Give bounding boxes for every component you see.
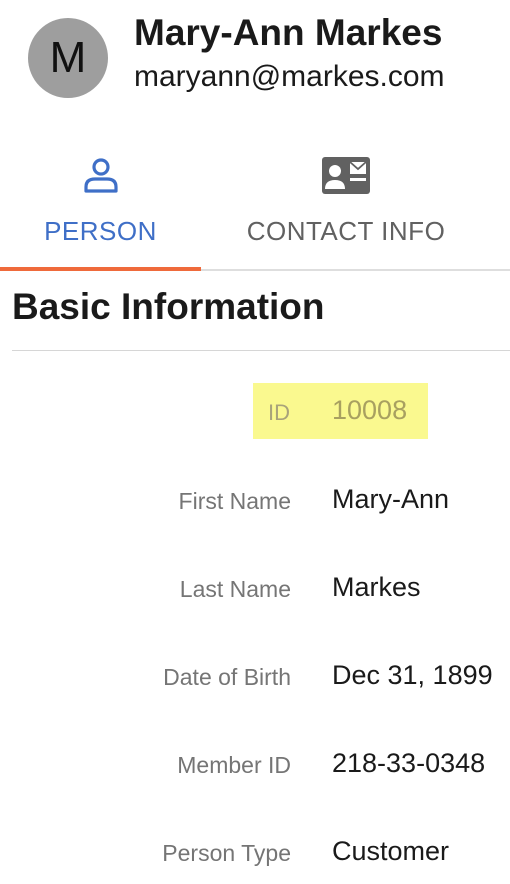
active-tab-indicator (0, 267, 201, 271)
person-type-label: Person Type (162, 840, 291, 866)
date-of-birth-label: Date of Birth (163, 664, 291, 690)
tab-person-label: PERSON (44, 216, 157, 246)
last-name-label: Last Name (179, 576, 291, 602)
date-of-birth-value: Dec 31, 1899 (332, 660, 493, 690)
profile-header: M Mary-Ann Markes maryann@markes.com (0, 0, 510, 120)
user-email[interactable]: maryann@markes.com (134, 60, 445, 94)
first-name-value: Mary-Ann (332, 484, 450, 514)
section-title: Basic Information (12, 286, 325, 327)
tab-contact-info-label: CONTACT INFO (246, 216, 446, 246)
user-name: Mary-Ann Markes (134, 12, 443, 53)
member-id-value: 218-33-0348 (332, 748, 486, 778)
id-label: ID (268, 400, 290, 425)
avatar: M (28, 18, 108, 98)
person-icon (81, 156, 121, 201)
person-type-value: Customer (332, 836, 450, 866)
tab-contact-info[interactable]: CONTACT INFO (201, 140, 491, 271)
first-name-label: First Name (178, 488, 291, 514)
tab-bar: PERSON CONTACT INFO (0, 140, 510, 271)
contact-card-icon (321, 156, 371, 201)
id-value: 10008 (332, 395, 408, 425)
section-divider (12, 350, 510, 351)
member-id-label: Member ID (177, 752, 291, 778)
last-name-value: Markes (332, 572, 421, 602)
tab-person[interactable]: PERSON (0, 140, 201, 271)
